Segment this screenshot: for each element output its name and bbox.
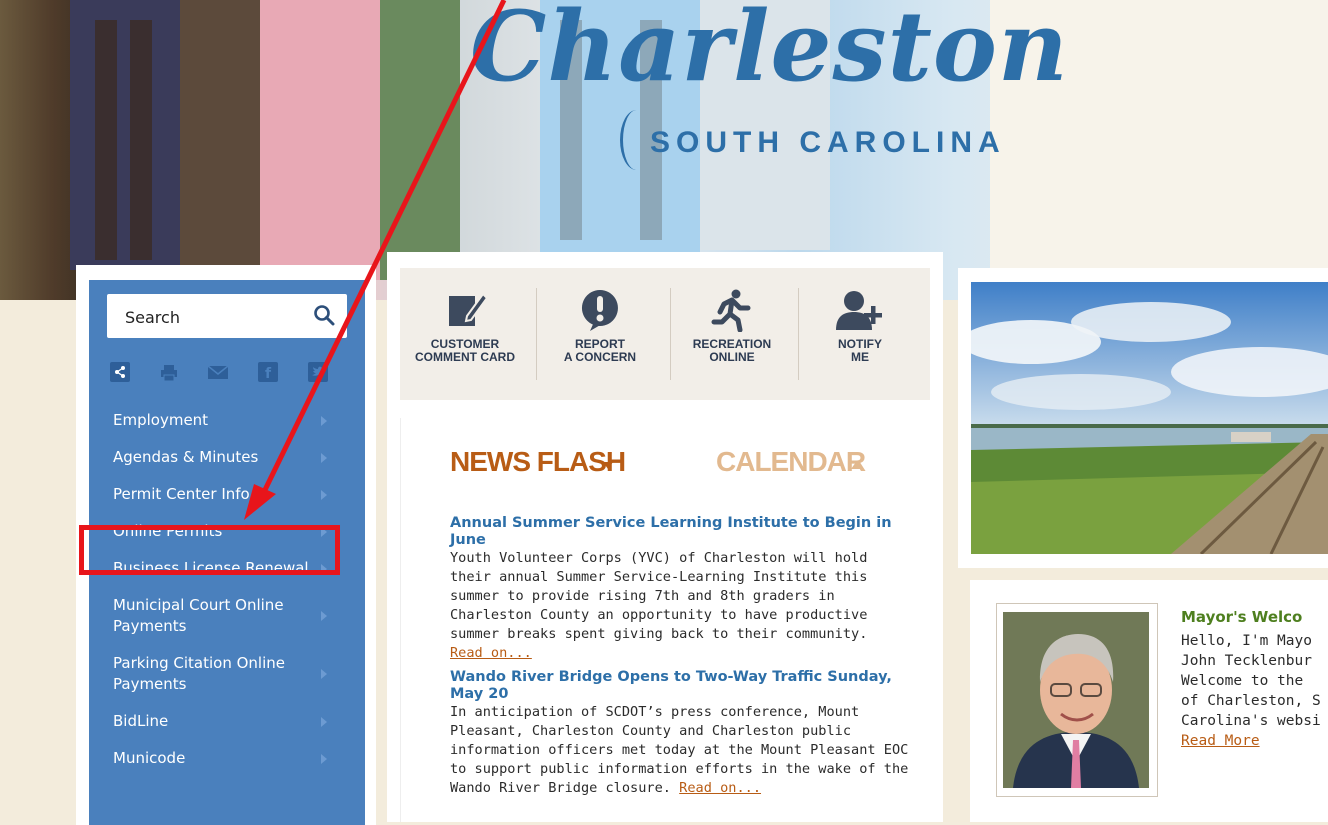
quick-link-label: CUSTOMER COMMENT CARD [415, 337, 515, 364]
sidebar-item-agendas-minutes[interactable]: Agendas & Minutes [89, 439, 365, 476]
divider [670, 288, 671, 380]
mayor-text-line: of Charleston, S [1181, 693, 1321, 709]
house-facade [70, 0, 180, 270]
house-facade [380, 0, 460, 280]
sidebar-item-label: Permit Center Info [113, 485, 250, 503]
sidebar-item-employment[interactable]: Employment [89, 402, 365, 439]
share-icon[interactable] [110, 362, 130, 382]
twitter-icon[interactable] [308, 362, 328, 382]
chevron-right-icon [321, 489, 327, 500]
news-article: Wando River Bridge Opens to Two-Way Traf… [450, 669, 910, 798]
print-icon[interactable] [158, 362, 178, 382]
quick-link-recreation-online[interactable]: RECREATION ONLINE [672, 288, 792, 364]
search-box[interactable]: Search [107, 294, 347, 338]
logo-swirl [620, 110, 653, 170]
city-logo-wordmark[interactable]: Charleston [470, 0, 1069, 103]
sidebar-item-municode[interactable]: Municode [89, 740, 365, 777]
chevron-right-icon [321, 669, 327, 679]
news-article: Annual Summer Service Learning Institute… [450, 515, 910, 663]
svg-text:f: f [265, 366, 272, 380]
divider [536, 288, 537, 380]
quick-link-notify-me[interactable]: NOTIFY ME [800, 288, 920, 364]
sidebar-item-label: BidLine [113, 712, 169, 730]
concern-icon [581, 290, 618, 331]
read-on-link[interactable]: Read on... [450, 645, 532, 661]
chevron-right-icon [321, 452, 327, 463]
chevron-right-icon [321, 716, 327, 727]
news-article-title[interactable]: Annual Summer Service Learning Institute… [450, 515, 910, 549]
quick-links-panel: CUSTOMER COMMENT CARD REPORT A CONCERN R… [400, 268, 930, 400]
email-icon[interactable] [206, 362, 228, 382]
quick-link-label: RECREATION ONLINE [692, 337, 772, 364]
tab-news-flash[interactable]: NEWS FLASH [450, 446, 626, 478]
caret-down-icon [603, 462, 613, 469]
sidebar-item-bidline[interactable]: BidLine [89, 703, 365, 740]
mayor-text-line: Hello, I'm Mayo [1181, 633, 1312, 649]
sidebar-item-municipal-court-payments[interactable]: Municipal Court Online Payments [89, 587, 365, 645]
mayor-text-line: Carolina's websi [1181, 713, 1321, 729]
city-logo-tagline: SOUTH CAROLINA [650, 126, 1006, 159]
comment-card-icon [449, 292, 487, 326]
quick-link-report-concern[interactable]: REPORT A CONCERN [540, 288, 660, 364]
chevron-right-icon [321, 415, 327, 426]
window-shutter [130, 20, 152, 260]
sidebar-item-label: Municode [113, 749, 186, 767]
sidebar-item-label: Municipal Court Online Payments [113, 596, 284, 635]
feature-photo[interactable] [971, 282, 1328, 554]
highlight-box [79, 525, 340, 575]
sidebar-menu: Employment Agendas & Minutes Permit Cent… [89, 402, 365, 777]
quick-link-comment-card[interactable]: CUSTOMER COMMENT CARD [405, 288, 525, 364]
window-shutter [95, 20, 117, 260]
mayor-text-line: John Tecklenbur [1181, 653, 1312, 669]
notify-icon [836, 291, 882, 330]
marsh-dock-image [971, 282, 1328, 554]
divider [798, 288, 799, 380]
sidebar-item-parking-citation-payments[interactable]: Parking Citation Online Payments [89, 645, 365, 703]
quick-link-label: REPORT A CONCERN [563, 337, 637, 364]
chevron-right-icon [321, 611, 327, 621]
mayor-text-line: Welcome to the [1181, 673, 1304, 689]
sidebar-item-label: Employment [113, 411, 209, 429]
news-list: Annual Summer Service Learning Institute… [450, 515, 910, 804]
news-article-title[interactable]: Wando River Bridge Opens to Two-Way Traf… [450, 669, 910, 703]
quick-link-label: NOTIFY ME [838, 337, 882, 364]
mayor-portrait-image [1003, 612, 1149, 788]
read-more-link[interactable]: Read More [1181, 731, 1328, 751]
sidebar-item-permit-center-info[interactable]: Permit Center Info [89, 476, 365, 513]
tab-calendar[interactable]: CALENDAR [716, 446, 866, 478]
search-icon[interactable] [313, 304, 335, 326]
facebook-icon[interactable]: f [258, 362, 278, 382]
caret-up-icon [851, 462, 861, 469]
house-facade [260, 0, 380, 280]
chevron-right-icon [321, 753, 327, 764]
read-on-link[interactable]: Read on... [679, 780, 761, 796]
news-article-body: Youth Volunteer Corps (YVC) of Charlesto… [450, 550, 868, 642]
recreation-icon [711, 289, 751, 332]
search-input[interactable]: Search [125, 308, 180, 327]
house-facade [180, 0, 260, 270]
mayor-welcome-text: Hello, I'm Mayo John Tecklenbur Welcome … [1181, 631, 1328, 751]
mayor-welcome-title[interactable]: Mayor's Welco [1181, 608, 1302, 626]
share-toolbar: f [110, 362, 340, 384]
mayor-photo[interactable] [996, 603, 1158, 797]
sidebar-item-label: Agendas & Minutes [113, 448, 259, 466]
sidebar-item-label: Parking Citation Online Payments [113, 654, 285, 693]
